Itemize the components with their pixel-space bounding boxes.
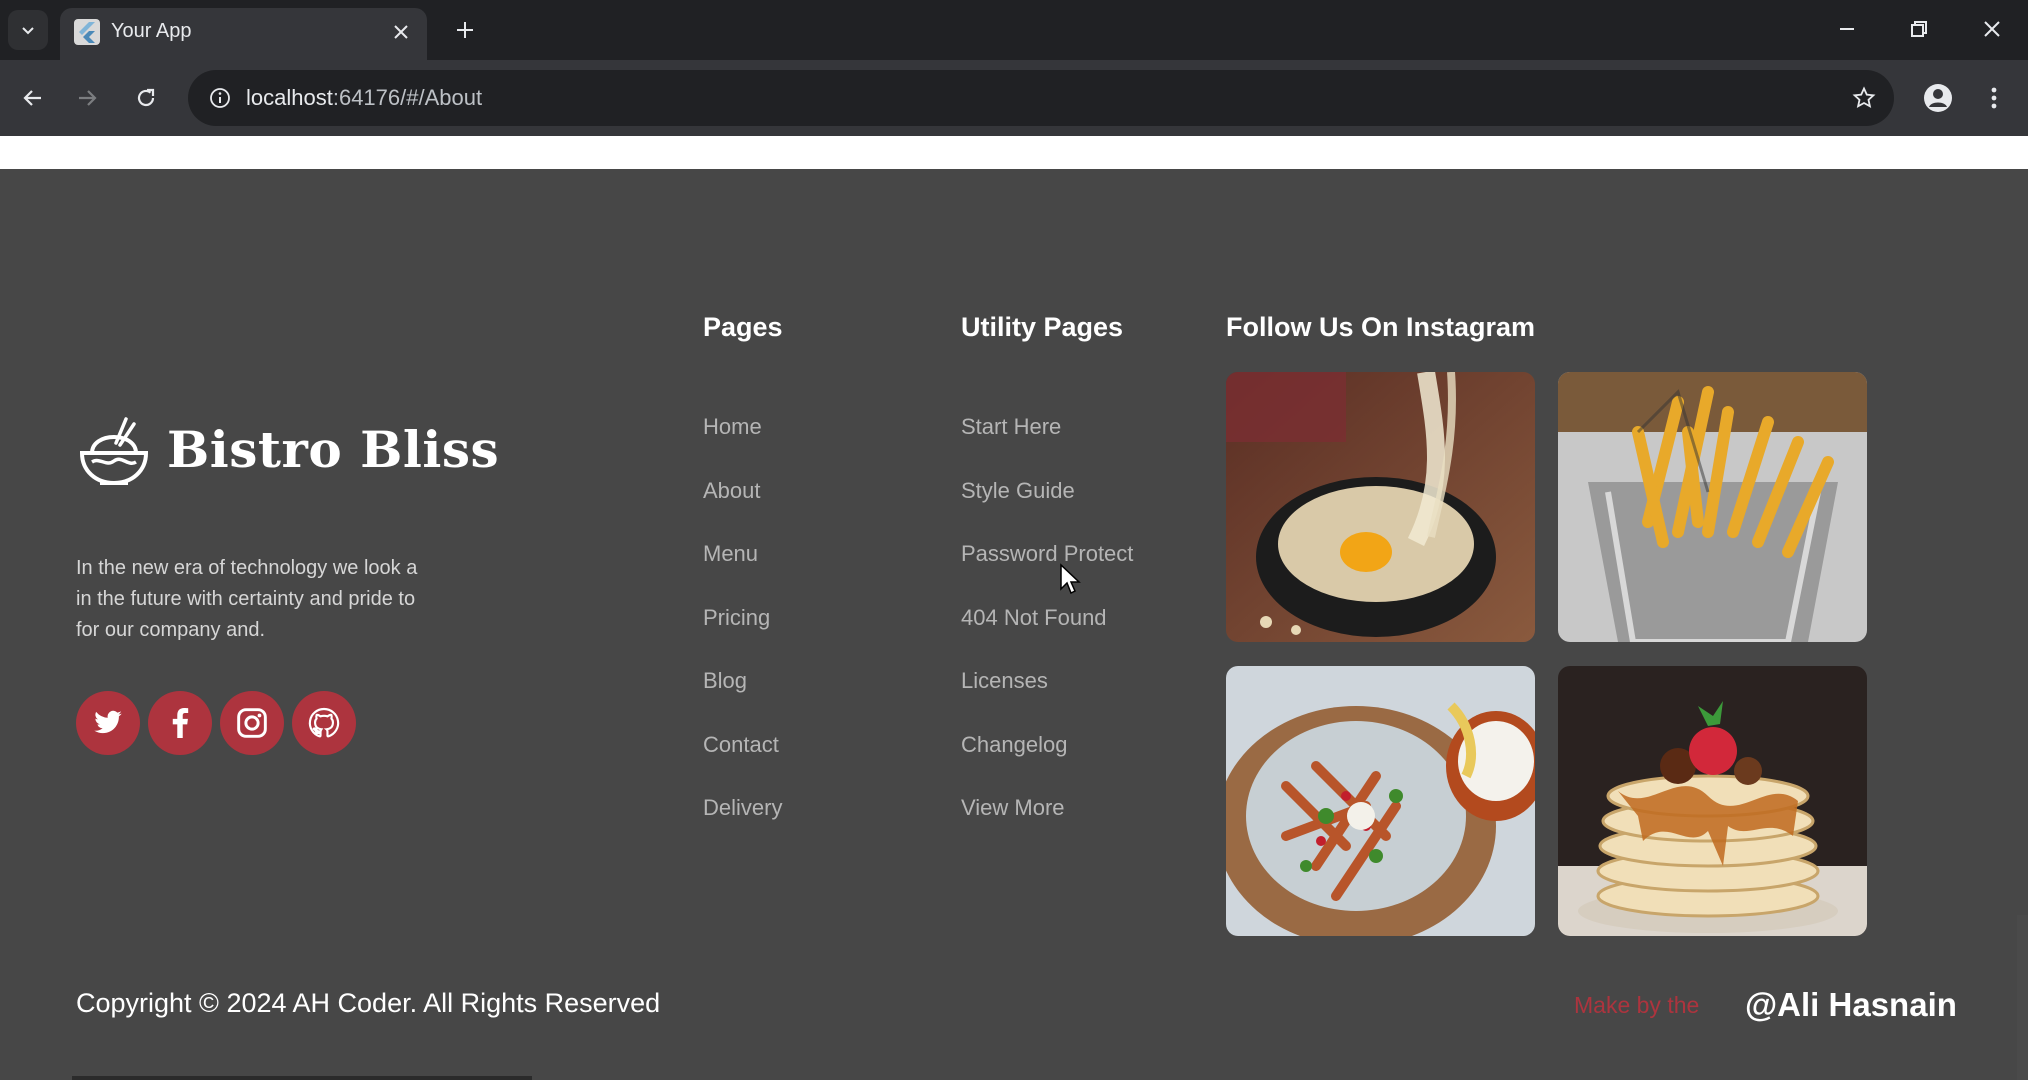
- url-text[interactable]: localhost:64176/#/About: [246, 85, 482, 111]
- bookmark-star-icon[interactable]: [1848, 82, 1880, 114]
- profile-avatar-icon[interactable]: [1918, 78, 1958, 118]
- mouse-cursor-icon: [1059, 563, 1081, 595]
- footer-link-licenses[interactable]: Licenses: [961, 668, 1133, 732]
- footer-link-about[interactable]: About: [703, 478, 782, 542]
- url-host: localhost: [246, 85, 333, 110]
- github-icon: [308, 707, 340, 738]
- close-icon: [1984, 21, 2000, 37]
- footer-link-404[interactable]: 404 Not Found: [961, 605, 1133, 669]
- social-links: [76, 691, 356, 755]
- browser-toolbar: localhost:64176/#/About: [0, 60, 2028, 136]
- footer-link-blog[interactable]: Blog: [703, 668, 782, 732]
- instagram-button[interactable]: [220, 691, 284, 755]
- minimize-icon: [1840, 28, 1854, 30]
- made-by-text: Make by the: [1574, 992, 1700, 1018]
- close-window-button[interactable]: [1967, 6, 2017, 52]
- copyright-text: Copyright © 2024 AH Coder. All Rights Re…: [76, 988, 661, 1018]
- twitter-icon: [94, 710, 122, 734]
- reload-icon: [137, 88, 155, 107]
- scrollbar[interactable]: [2017, 915, 2028, 1080]
- tab-bar: Your App: [0, 0, 2028, 60]
- pancake-stack-photo[interactable]: [1558, 666, 1867, 936]
- browser-tab[interactable]: Your App: [60, 8, 427, 60]
- flutter-favicon-icon: [74, 19, 100, 45]
- footer-link-password-protect[interactable]: Password Protect: [961, 541, 1133, 605]
- forward-button[interactable]: [68, 78, 108, 118]
- instagram-heading: Follow Us On Instagram: [1226, 312, 1536, 342]
- author-handle[interactable]: @Ali Hasnain: [1745, 986, 1957, 1024]
- footer-link-delivery[interactable]: Delivery: [703, 795, 782, 859]
- instagram-grid: [1226, 372, 1867, 936]
- french-fries-photo[interactable]: [1558, 372, 1867, 642]
- browser-menu-icon[interactable]: [1974, 78, 2014, 118]
- tab-title: Your App: [111, 20, 192, 42]
- footer-link-view-more[interactable]: View More: [961, 795, 1133, 859]
- bottom-divider: [72, 1076, 532, 1080]
- facebook-icon: [172, 708, 189, 738]
- back-button[interactable]: [12, 78, 52, 118]
- address-bar[interactable]: localhost:64176/#/About: [188, 70, 1894, 126]
- footer-link-home[interactable]: Home: [703, 414, 782, 478]
- utility-link-list: Start Here Style Guide Password Protect …: [961, 414, 1133, 859]
- bowl-logo-icon[interactable]: [76, 415, 152, 491]
- footer-link-contact[interactable]: Contact: [703, 732, 782, 796]
- arrow-right-icon: [79, 90, 97, 106]
- browser-chrome: Your App localhost:64176/#/About: [0, 0, 2028, 136]
- cheesy-egg-bowl-photo[interactable]: [1226, 372, 1535, 642]
- brand-description: In the new era of technology we look a i…: [76, 557, 418, 641]
- restore-icon: [1911, 21, 1927, 37]
- reload-button[interactable]: [126, 78, 166, 118]
- github-button[interactable]: [292, 691, 356, 755]
- url-path: :64176/#/About: [332, 85, 483, 110]
- tab-search-button[interactable]: [8, 10, 48, 50]
- loaded-fries-salad-photo[interactable]: [1226, 666, 1535, 936]
- close-tab-icon[interactable]: [387, 18, 415, 46]
- plus-icon: [457, 22, 473, 38]
- chevron-down-icon: [22, 27, 34, 35]
- facebook-button[interactable]: [148, 691, 212, 755]
- footer-link-menu[interactable]: Menu: [703, 541, 782, 605]
- arrow-left-icon: [23, 90, 41, 106]
- instagram-icon: [237, 708, 267, 738]
- twitter-button[interactable]: [76, 691, 140, 755]
- pages-heading: Pages: [703, 312, 783, 342]
- utility-pages-heading: Utility Pages: [961, 312, 1124, 342]
- pages-link-list: Home About Menu Pricing Blog Contact Del…: [703, 414, 782, 859]
- footer-link-pricing[interactable]: Pricing: [703, 605, 782, 669]
- page-header-strip: [0, 136, 2028, 169]
- restore-button[interactable]: [1894, 6, 1944, 52]
- new-tab-button[interactable]: [445, 10, 485, 50]
- brand-name[interactable]: Bistro Bliss: [167, 420, 499, 479]
- site-info-icon[interactable]: [204, 82, 236, 114]
- footer-link-style-guide[interactable]: Style Guide: [961, 478, 1133, 542]
- footer-link-changelog[interactable]: Changelog: [961, 732, 1133, 796]
- minimize-button[interactable]: [1822, 6, 1872, 52]
- footer-link-start-here[interactable]: Start Here: [961, 414, 1133, 478]
